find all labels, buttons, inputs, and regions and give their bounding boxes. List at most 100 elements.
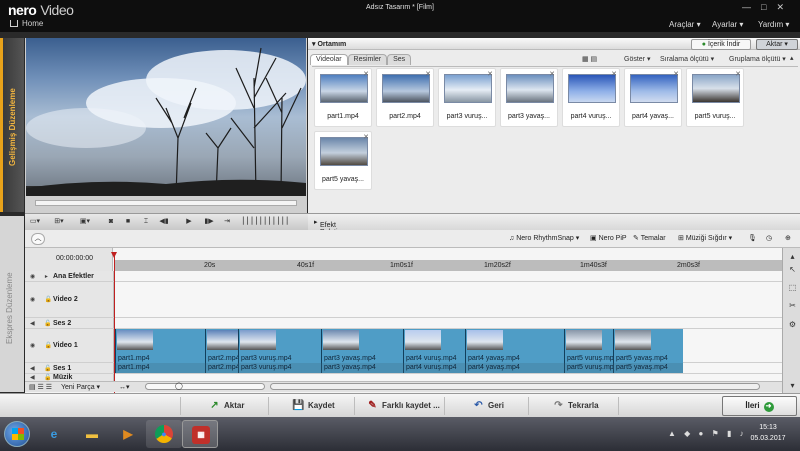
- taskbar-nero[interactable]: ▦: [182, 420, 218, 448]
- audio-clip[interactable]: part4 vuruş.mp4: [403, 363, 465, 373]
- scroll-up-icon[interactable]: ▴: [787, 251, 798, 262]
- previous-frame-icon[interactable]: ◀▮: [158, 217, 170, 227]
- pointer-icon[interactable]: ↖: [787, 264, 798, 275]
- remove-icon[interactable]: ✕: [611, 70, 617, 78]
- timeline-scrollbar[interactable]: [270, 383, 760, 390]
- redo-button[interactable]: ↷ Tekrarla: [550, 396, 598, 416]
- video-clip[interactable]: part1.mp4: [115, 329, 205, 363]
- fit-music-button[interactable]: ⊞ Müziği Sığdır ▾: [678, 234, 732, 242]
- themes-button[interactable]: ✎ Temalar: [633, 234, 666, 242]
- remove-icon[interactable]: ✕: [363, 70, 369, 78]
- zoom-fit-icon[interactable]: ↔▾: [119, 383, 130, 391]
- audio-clip[interactable]: part3 yavaş.mp4: [321, 363, 403, 373]
- save-as-button[interactable]: ✎ Farklı kaydet ...: [364, 396, 440, 416]
- video-clip[interactable]: part5 yavaş.mp4: [613, 329, 683, 363]
- media-tile[interactable]: ✕ part3 vuruş...: [438, 68, 496, 127]
- media-tile[interactable]: ✕ part1.mp4: [314, 68, 372, 127]
- start-button[interactable]: [4, 421, 30, 447]
- volume-meter[interactable]: ▏▏▏▏▏▏▏▏▏▏▏: [243, 217, 292, 227]
- preview-scrubber[interactable]: [35, 200, 297, 206]
- system-tray[interactable]: ▲ ◆ ● ⚑ ▮ ♪: [668, 429, 747, 438]
- media-tile[interactable]: ✕ part4 vuruş...: [562, 68, 620, 127]
- download-content-button[interactable]: ● İçerik İndir: [691, 39, 751, 50]
- audio-clip[interactable]: part5 yavaş.mp4: [613, 363, 683, 373]
- export-dropdown-button[interactable]: Aktar ▾: [756, 39, 798, 50]
- stop-icon[interactable]: ■: [122, 217, 134, 227]
- collapse-icon[interactable]: ︿: [31, 233, 45, 245]
- save-button[interactable]: 💾 Kaydet: [290, 396, 334, 416]
- remove-icon[interactable]: ✕: [549, 70, 555, 78]
- snapshot-icon[interactable]: ◙: [105, 217, 117, 227]
- taskbar-media[interactable]: ▶: [110, 420, 146, 448]
- zoom-slider[interactable]: [145, 383, 265, 390]
- media-tile[interactable]: ✕ part5 vuruş...: [686, 68, 744, 127]
- new-part-dropdown[interactable]: Yeni Parça ▾: [61, 383, 100, 391]
- video-clip[interactable]: part4 vuruş.mp4: [403, 329, 465, 363]
- playhead[interactable]: [111, 252, 117, 394]
- view-mode-icons[interactable]: ▤ ☰ ☰: [29, 383, 52, 391]
- audio-clip[interactable]: part1.mp4: [115, 363, 205, 373]
- scroll-up-icon[interactable]: ▴: [790, 54, 794, 62]
- export-button[interactable]: ↗ Aktar: [206, 396, 244, 416]
- group-dropdown[interactable]: Gruplama ölçütü ▾: [729, 55, 786, 63]
- display-mode-icon[interactable]: ▭▾: [29, 217, 41, 227]
- timeline-ruler[interactable]: 20s 40s1f 1m0s1f 1m20s2f 1m40s3f 2m0s3f: [114, 248, 782, 271]
- aspect-icon[interactable]: ⊞▾: [53, 217, 65, 227]
- scroll-down-icon[interactable]: ▾: [787, 380, 798, 391]
- tab-audio[interactable]: Ses: [387, 54, 412, 65]
- audio-clip[interactable]: part3 vuruş.mp4: [238, 363, 321, 373]
- remove-icon[interactable]: ✕: [673, 70, 679, 78]
- undo-button[interactable]: ↶ Geri: [470, 396, 504, 416]
- video-clip[interactable]: part4 yavaş.mp4: [465, 329, 564, 363]
- taskbar-chrome[interactable]: ●: [146, 420, 182, 448]
- audio-clip[interactable]: part2.mp4: [205, 363, 238, 373]
- media-tile[interactable]: ✕ part2.mp4: [376, 68, 434, 127]
- audio-clip[interactable]: part4 yavaş.mp4: [465, 363, 564, 373]
- video-clip[interactable]: part2.mp4: [205, 329, 238, 363]
- track-controls-icon[interactable]: ◉ ▸: [30, 273, 52, 280]
- tab-express-editing[interactable]: Ekspres Düzenleme: [0, 216, 24, 392]
- pip-button[interactable]: ▣ Nero PiP: [590, 234, 627, 242]
- next-frame-icon[interactable]: ▮▶: [203, 217, 215, 227]
- video-clip[interactable]: part5 vuruş.mp4: [564, 329, 613, 363]
- menu-help[interactable]: Yardım ▾: [758, 20, 789, 29]
- video-clip[interactable]: part3 yavaş.mp4: [321, 329, 403, 363]
- track-controls-icon[interactable]: ◀ 🔓: [30, 320, 56, 327]
- home-link[interactable]: Home: [10, 19, 43, 28]
- tab-images[interactable]: Resimler: [347, 54, 388, 65]
- track-controls-icon[interactable]: ◀ 🔓: [30, 374, 56, 381]
- zoom-handle-icon[interactable]: ◯: [175, 382, 183, 390]
- gear-icon[interactable]: ⚙: [787, 319, 798, 330]
- next-button[interactable]: İleri ➜: [722, 396, 797, 416]
- track-controls-icon[interactable]: ◀ 🔓: [30, 365, 56, 372]
- remove-icon[interactable]: ✕: [425, 70, 431, 78]
- fullscreen-icon[interactable]: ▣▾: [79, 217, 91, 227]
- tab-videos[interactable]: Videolar: [310, 54, 348, 65]
- show-dropdown[interactable]: Göster ▾: [624, 55, 650, 63]
- taskbar-explorer[interactable]: ▬: [74, 420, 110, 448]
- media-tile[interactable]: ✕ part4 yavaş...: [624, 68, 682, 127]
- settings-icon[interactable]: ⊕: [785, 234, 791, 242]
- menu-settings[interactable]: Ayarlar ▾: [712, 20, 743, 29]
- close-button[interactable]: ✕: [776, 2, 794, 12]
- media-tile[interactable]: ✕ part5 yavaş...: [314, 131, 372, 190]
- microphone-icon[interactable]: 🎙: [748, 234, 757, 242]
- menu-tools[interactable]: Araçlar ▾: [669, 20, 701, 29]
- view-toggle-icon[interactable]: ▦ ▤: [582, 55, 597, 63]
- media-tile[interactable]: ✕ part3 yavaş...: [500, 68, 558, 127]
- taskbar-clock[interactable]: 15:13 05.03.2017: [748, 422, 788, 444]
- effects-palette-header[interactable]: ▸ Efekt Paleti:: [308, 213, 800, 236]
- split-icon[interactable]: ⇥: [221, 217, 233, 227]
- taskbar-ie[interactable]: e: [36, 420, 72, 448]
- minimize-button[interactable]: —: [742, 2, 761, 12]
- selection-icon[interactable]: ⬚: [787, 282, 798, 293]
- remove-icon[interactable]: ✕: [363, 133, 369, 141]
- remove-icon[interactable]: ✕: [487, 70, 493, 78]
- play-icon[interactable]: ▶: [183, 217, 195, 227]
- audio-clip[interactable]: part5 vuruş.mp4: [564, 363, 613, 373]
- timer-icon[interactable]: ◷: [766, 234, 772, 242]
- remove-icon[interactable]: ✕: [735, 70, 741, 78]
- tab-advanced-editing[interactable]: Gelişmiş Düzenleme: [0, 38, 24, 212]
- rhythmsnap-button[interactable]: ♫ Nero RhythmSnap ▾: [509, 234, 579, 242]
- scissors-icon[interactable]: ✂: [787, 300, 798, 311]
